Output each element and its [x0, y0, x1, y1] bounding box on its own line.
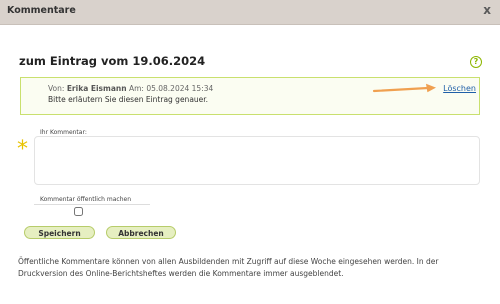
comment-author: Erika Eismann [66, 84, 127, 93]
comment-field-label: Ihr Kommentar: [40, 129, 87, 136]
cancel-button[interactable]: Abbrechen [106, 226, 176, 239]
comment-date: 05.08.2024 15:34 [146, 84, 214, 93]
comment-date-label: Am: [128, 84, 144, 93]
save-button[interactable]: Speichern [24, 226, 95, 239]
comment-from-label: Von: [48, 84, 65, 93]
close-icon[interactable]: x [483, 3, 491, 17]
comment-meta: Von: Erika Eismann Am: 05.08.2024 15:34 [48, 84, 213, 93]
delete-comment-link[interactable]: Löschen [443, 84, 476, 93]
comment-textarea[interactable] [34, 136, 480, 185]
dialog-title: Kommentare [7, 5, 76, 16]
comment-text: Bitte erläutern Sie diesen Eintrag genau… [48, 95, 209, 104]
dialog-titlebar: Kommentare x [0, 0, 500, 25]
entry-heading: zum Eintrag vom 19.06.2024 [19, 54, 206, 68]
arrow-icon [372, 83, 436, 93]
public-comment-label: Kommentar öffentlich machen [40, 196, 132, 203]
public-comment-checkbox[interactable] [74, 207, 83, 216]
public-label-divider [34, 204, 150, 205]
required-marker: * [17, 137, 28, 162]
info-text: Öffentliche Kommentare können von allen … [18, 257, 439, 278]
help-icon[interactable]: ? [470, 56, 482, 68]
